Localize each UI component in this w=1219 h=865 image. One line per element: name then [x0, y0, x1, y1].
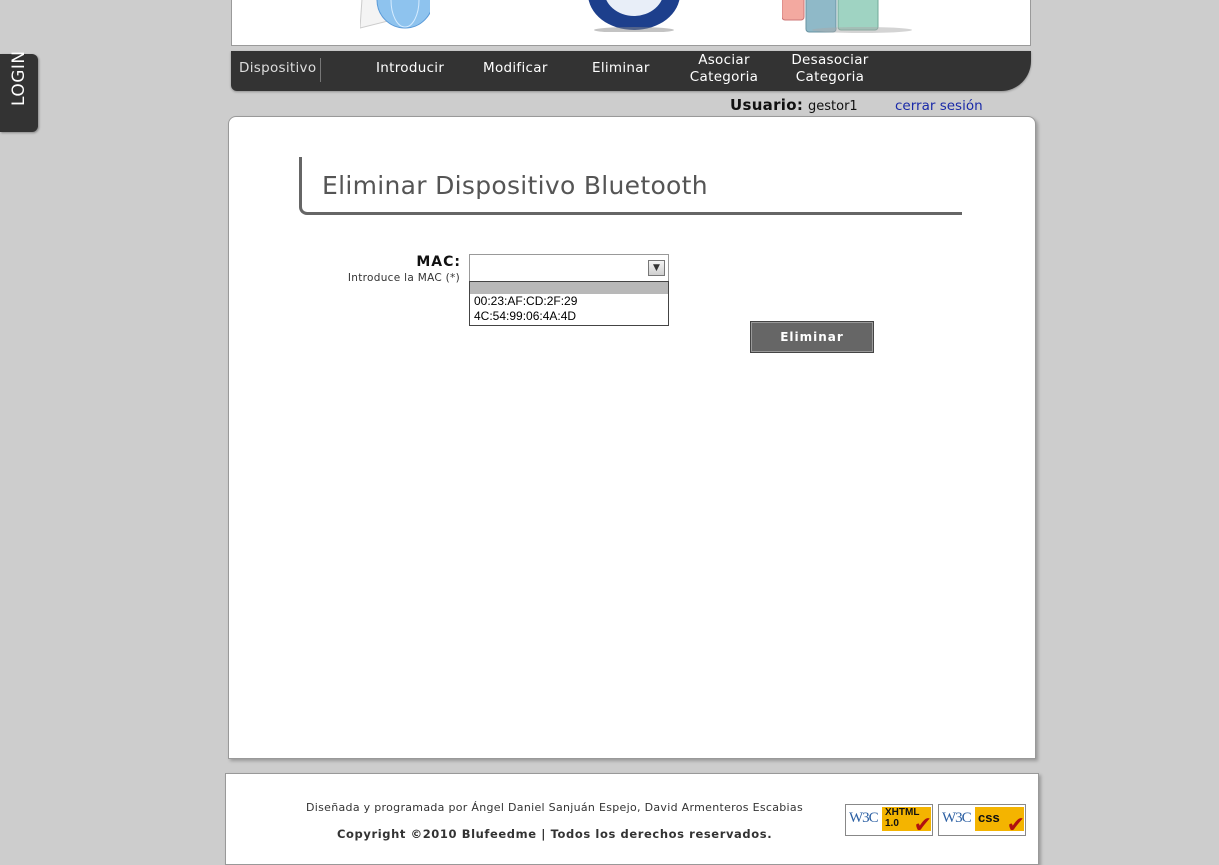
nav-eliminar[interactable]: Eliminar: [592, 60, 650, 77]
mac-select[interactable]: ▼: [469, 254, 669, 282]
check-icon: ✔: [913, 813, 932, 838]
logout-link[interactable]: cerrar sesión: [895, 98, 983, 114]
delete-button[interactable]: Eliminar: [750, 321, 874, 353]
w3c-logo: W3C: [849, 810, 879, 826]
mac-option[interactable]: 00:23:AF:CD:2F:29: [470, 294, 668, 309]
content-panel: Eliminar Dispositivo Bluetooth MAC: Intr…: [228, 116, 1036, 759]
mac-option-empty[interactable]: [470, 282, 668, 294]
nav-modificar[interactable]: Modificar: [483, 60, 548, 77]
nav-asociar-categoria[interactable]: Asociar Categoria: [686, 52, 762, 86]
w3c-logo: W3C: [942, 810, 972, 826]
w3c-css-badge[interactable]: W3C css ✔: [938, 804, 1026, 838]
mac-option[interactable]: 4C:54:99:06:4A:4D: [470, 309, 668, 324]
footer-copyright: Copyright ©2010 Blufeedme | Todos los de…: [337, 827, 773, 841]
chevron-down-icon[interactable]: ▼: [648, 260, 665, 276]
user-label: Usuario:: [730, 96, 804, 114]
footer-credits: Diseñada y programada por Ángel Daniel S…: [306, 801, 803, 814]
books-icon: [782, 0, 912, 33]
nav-divider: [320, 58, 321, 82]
bluetooth-ring-icon: [588, 0, 680, 32]
nav-section-dispositivo[interactable]: Dispositivo: [239, 60, 316, 77]
login-tab-label: LOGIN: [9, 50, 29, 106]
nav-introducir[interactable]: Introducir: [376, 60, 444, 77]
footer: Diseñada y programada por Ángel Daniel S…: [225, 773, 1039, 865]
mac-label: MAC:: [416, 254, 461, 270]
globe-document-icon: [360, 0, 430, 29]
user-name: gestor1: [808, 99, 858, 114]
check-icon: ✔: [1006, 813, 1025, 838]
nav-desasociar-categoria[interactable]: Desasociar Categoria: [786, 52, 874, 86]
w3c-xhtml-badge[interactable]: W3C XHTML 1.0 ✔: [845, 804, 933, 838]
header-banner: [231, 0, 1031, 46]
mac-hint: Introduce la MAC (*): [347, 272, 460, 284]
main-nav: Dispositivo Introducir Modificar Elimina…: [231, 51, 1031, 91]
title-frame: Eliminar Dispositivo Bluetooth: [299, 157, 962, 215]
mac-dropdown-list: 00:23:AF:CD:2F:29 4C:54:99:06:4A:4D: [469, 281, 669, 326]
page-title: Eliminar Dispositivo Bluetooth: [322, 171, 708, 200]
